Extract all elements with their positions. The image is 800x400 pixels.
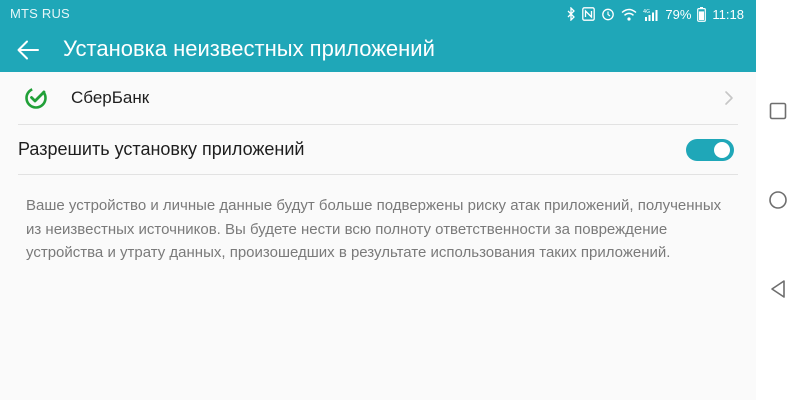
back-button[interactable] <box>12 34 44 66</box>
nav-back-button[interactable] <box>766 277 790 301</box>
app-name: СберБанк <box>71 88 150 107</box>
carrier-name: MTS RUS <box>10 6 70 21</box>
svg-text:4G: 4G <box>643 9 650 15</box>
home-circle-icon <box>769 191 787 209</box>
app-list-item[interactable]: СберБанк <box>0 72 756 124</box>
page-title: Установка неизвестных приложений <box>63 36 435 61</box>
back-triangle-icon <box>771 280 785 298</box>
clock: 11:18 <box>712 6 744 22</box>
recents-square-icon <box>769 102 787 120</box>
chevron-right-icon <box>725 91 733 105</box>
allow-install-row[interactable]: Разрешить установку приложений <box>0 124 756 174</box>
allow-install-label: Разрешить установку приложений <box>18 139 305 159</box>
warning-text: Ваше устройство и личные данные будут бо… <box>26 197 722 261</box>
wifi-icon <box>621 6 637 22</box>
status-bar: MTS RUS 4G 79% 11:18 <box>0 0 756 28</box>
arrow-left-icon <box>17 40 39 60</box>
status-icons: 4G 79% 11:18 <box>567 4 744 24</box>
settings-screen: MTS RUS 4G 79% 11:18 Установка неизвестн… <box>0 0 756 400</box>
navigation-bar <box>756 0 800 400</box>
switch-knob <box>714 142 730 158</box>
toolbar: Установка неизвестных приложений <box>0 28 756 72</box>
app-bar: MTS RUS 4G 79% 11:18 Установка неизвестн… <box>0 0 756 72</box>
sberbank-logo-icon <box>25 87 47 109</box>
lte-signal-icon: 4G <box>643 6 659 22</box>
nfc-icon <box>582 6 596 22</box>
allow-install-switch[interactable] <box>686 139 734 161</box>
alarm-icon <box>601 6 615 22</box>
battery-percent: 79% <box>665 6 692 22</box>
bluetooth-icon <box>567 6 576 22</box>
home-button[interactable] <box>766 188 790 212</box>
recents-button[interactable] <box>766 99 790 123</box>
battery-icon <box>697 6 707 22</box>
divider <box>18 174 738 175</box>
